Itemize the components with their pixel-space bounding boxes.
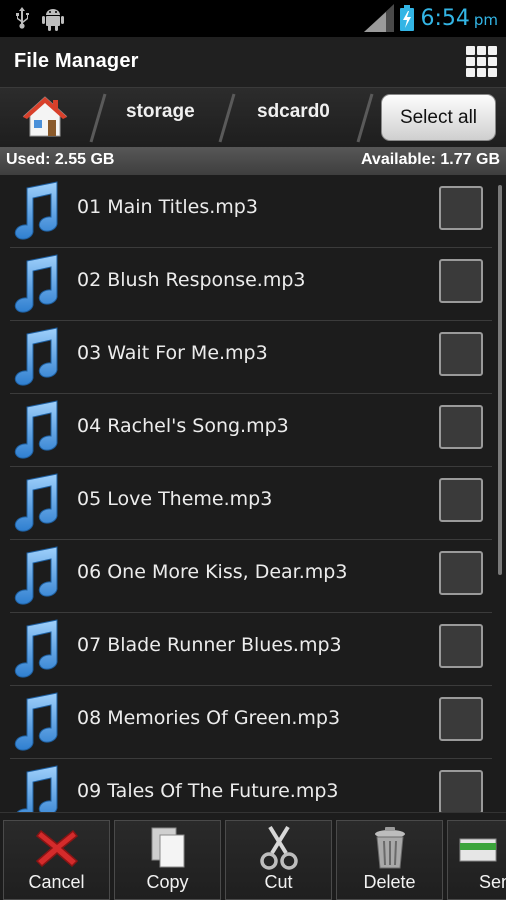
bottom-toolbar: Cancel Copy Cut Delete Se [0,812,506,900]
cut-label: Cut [264,872,293,892]
delete-label: Delete [363,872,416,892]
grid-view-icon[interactable] [466,42,497,80]
scrollbar[interactable] [498,185,502,575]
music-note-icon [14,181,58,240]
music-note-icon [14,619,58,678]
file-row[interactable]: 08 Memories Of Green.mp3 [0,686,492,759]
status-bar: 6:54 pm [0,0,506,37]
delete-button[interactable]: Delete [336,820,443,900]
breadcrumb-separator [218,93,236,143]
select-all-button[interactable]: Select all [381,94,496,141]
music-note-icon [14,473,58,532]
file-checkbox[interactable] [439,697,483,741]
file-name: 01 Main Titles.mp3 [77,196,258,218]
music-note-icon [14,400,58,459]
copy-button[interactable]: Copy [114,820,221,900]
file-name: 08 Memories Of Green.mp3 [77,707,341,729]
file-checkbox[interactable] [439,624,483,668]
send-button[interactable]: Send [447,820,506,900]
available-space: Available: 1.77 GB [360,151,500,168]
file-checkbox[interactable] [439,186,483,230]
clock: 6:54 pm [420,5,498,31]
music-note-icon [14,692,58,751]
file-row[interactable]: 03 Wait For Me.mp3 [0,321,492,394]
file-checkbox[interactable] [439,478,483,522]
file-row[interactable]: 05 Love Theme.mp3 [0,467,492,540]
used-space: Used: 2.55 GB [6,151,115,168]
app-title: File Manager [14,50,139,72]
copy-label: Copy [146,872,189,892]
file-row[interactable]: 06 One More Kiss, Dear.mp3 [0,540,492,613]
file-name: 06 One More Kiss, Dear.mp3 [77,561,348,583]
file-row[interactable]: 07 Blade Runner Blues.mp3 [0,613,492,686]
usb-icon [16,7,29,29]
file-name: 05 Love Theme.mp3 [77,488,273,510]
file-name: 07 Blade Runner Blues.mp3 [77,634,342,656]
music-note-icon [14,327,58,386]
file-row[interactable]: 02 Blush Response.mp3 [0,248,492,321]
music-note-icon [14,546,58,605]
file-name: 04 Rachel's Song.mp3 [77,415,289,437]
scissors-icon [259,825,298,870]
file-checkbox[interactable] [439,332,483,376]
breadcrumb: storage sdcard0 Select all [0,87,506,147]
music-note-icon [16,765,58,812]
file-name: 09 Tales Of The Future.mp3 [77,780,339,802]
file-checkbox[interactable] [439,405,483,449]
file-row[interactable]: 01 Main Titles.mp3 [0,175,492,248]
home-icon[interactable] [22,94,68,140]
trash-icon [374,827,405,869]
storage-info: Used: 2.55 GB Available: 1.77 GB [0,147,506,175]
file-row[interactable]: 09 Tales Of The Future.mp3 [0,759,492,812]
cancel-label: Cancel [28,872,85,892]
file-checkbox[interactable] [439,770,483,812]
file-row[interactable]: 04 Rachel's Song.mp3 [0,394,492,467]
signal-icon [364,4,395,32]
battery-charging-icon [400,5,415,31]
copy-icon [151,827,184,868]
send-icon [459,838,497,862]
breadcrumb-sdcard0[interactable]: sdcard0 [257,101,330,123]
breadcrumb-storage[interactable]: storage [126,101,195,123]
breadcrumb-separator [356,93,374,143]
file-name: 03 Wait For Me.mp3 [77,342,268,364]
breadcrumb-separator [89,93,107,143]
send-label: Send [479,872,506,892]
file-checkbox[interactable] [439,551,483,595]
android-debug-icon [42,9,64,31]
cancel-icon [35,829,78,868]
cut-button[interactable]: Cut [225,820,332,900]
action-bar: File Manager [0,37,506,87]
music-note-icon [14,254,58,313]
file-list[interactable]: 01 Main Titles.mp3 02 Blush Response.mp3 0… [0,175,506,812]
file-name: 02 Blush Response.mp3 [77,269,306,291]
file-checkbox[interactable] [439,259,483,303]
cancel-button[interactable]: Cancel [3,820,110,900]
